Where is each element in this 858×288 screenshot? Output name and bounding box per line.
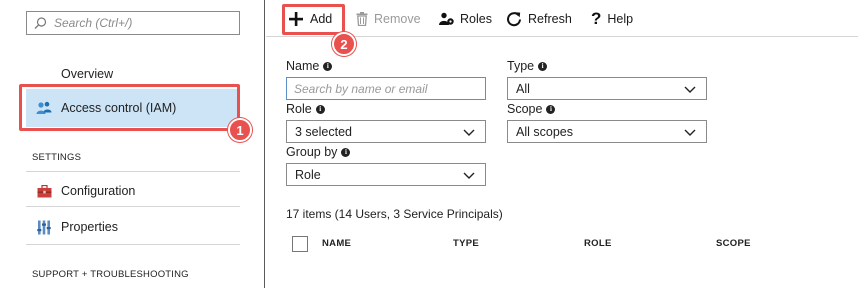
type-label-text: Type xyxy=(507,59,535,73)
remove-button[interactable]: Remove xyxy=(356,7,421,31)
users-icon xyxy=(36,100,52,116)
scope-label-text: Scope xyxy=(507,102,543,116)
sidebar-search-box[interactable] xyxy=(26,11,240,35)
table-header: NAME TYPE ROLE SCOPE xyxy=(292,233,852,255)
remove-button-label: Remove xyxy=(374,12,421,26)
info-icon: i xyxy=(315,104,325,114)
select-all-checkbox[interactable] xyxy=(292,236,308,252)
sidebar-item-label: Access control (IAM) xyxy=(61,101,177,115)
trash-icon xyxy=(356,12,368,26)
name-filter-label: Name i xyxy=(286,59,333,73)
scope-select[interactable]: All scopes xyxy=(507,120,707,143)
groupby-filter-label: Group by i xyxy=(286,145,351,159)
step-badge-2: 2 xyxy=(332,32,356,56)
search-icon xyxy=(34,16,47,30)
chevron-down-icon xyxy=(463,126,475,138)
help-button[interactable]: ? Help xyxy=(591,7,633,31)
info-icon: i xyxy=(341,147,351,157)
type-select-value: All xyxy=(516,81,530,96)
divider xyxy=(26,171,240,172)
sidebar-item-properties[interactable]: Properties xyxy=(26,214,240,240)
role-filter-label: Role i xyxy=(286,102,325,116)
properties-icon xyxy=(36,219,52,235)
section-label-settings: SETTINGS xyxy=(32,152,82,163)
roles-button[interactable]: Roles xyxy=(439,7,492,31)
sidebar-search-input[interactable] xyxy=(54,16,229,30)
sidebar-item-overview[interactable]: Overview xyxy=(26,62,240,86)
column-header-scope[interactable]: SCOPE xyxy=(716,238,751,249)
type-select[interactable]: All xyxy=(507,77,707,100)
divider xyxy=(26,244,240,245)
plus-icon xyxy=(288,11,304,27)
column-header-name[interactable]: NAME xyxy=(322,238,351,249)
sidebar-item-access-control[interactable]: Access control (IAM) xyxy=(26,89,240,127)
roles-icon xyxy=(439,12,454,26)
toolbox-icon xyxy=(36,183,52,199)
items-count: 17 items (14 Users, 3 Service Principals… xyxy=(286,207,503,221)
sidebar-item-label: Overview xyxy=(61,67,114,81)
sidebar-item-label: Properties xyxy=(61,220,118,234)
step-badge-1: 1 xyxy=(228,118,252,142)
name-search-input[interactable] xyxy=(294,81,479,96)
groupby-label-text: Group by xyxy=(286,145,338,159)
refresh-button[interactable]: Refresh xyxy=(506,7,572,31)
scope-filter-label: Scope i xyxy=(507,102,556,116)
role-select-value: 3 selected xyxy=(295,124,352,139)
info-icon: i xyxy=(538,61,548,71)
divider xyxy=(26,206,240,207)
name-search-field[interactable] xyxy=(286,77,486,100)
sidebar: Overview Access control (IAM) SETTINGS C… xyxy=(0,0,265,288)
chevron-down-icon xyxy=(463,169,475,181)
groupby-select[interactable]: Role xyxy=(286,163,486,186)
column-header-type[interactable]: TYPE xyxy=(453,238,479,249)
sidebar-item-label: Configuration xyxy=(61,184,136,198)
question-icon: ? xyxy=(591,9,602,28)
groupby-select-value: Role xyxy=(295,167,321,182)
sidebar-item-configuration[interactable]: Configuration xyxy=(26,178,240,204)
add-button-label: Add xyxy=(310,12,333,26)
role-select[interactable]: 3 selected xyxy=(286,120,486,143)
chevron-down-icon xyxy=(684,83,696,95)
info-icon: i xyxy=(323,61,333,71)
name-label-text: Name xyxy=(286,59,320,73)
type-filter-label: Type i xyxy=(507,59,548,73)
column-header-role[interactable]: ROLE xyxy=(584,238,612,249)
toolbar: Add Remove Roles Refresh ? Help xyxy=(266,0,858,37)
refresh-icon xyxy=(506,11,522,27)
add-button[interactable]: Add xyxy=(288,7,332,31)
refresh-button-label: Refresh xyxy=(528,12,572,26)
roles-button-label: Roles xyxy=(460,12,492,26)
help-button-label: Help xyxy=(607,12,634,26)
info-icon: i xyxy=(546,104,556,114)
chevron-down-icon xyxy=(684,126,696,138)
scope-select-value: All scopes xyxy=(516,124,573,139)
section-label-support: SUPPORT + TROUBLESHOOTING xyxy=(32,269,189,280)
role-label-text: Role xyxy=(286,102,312,116)
